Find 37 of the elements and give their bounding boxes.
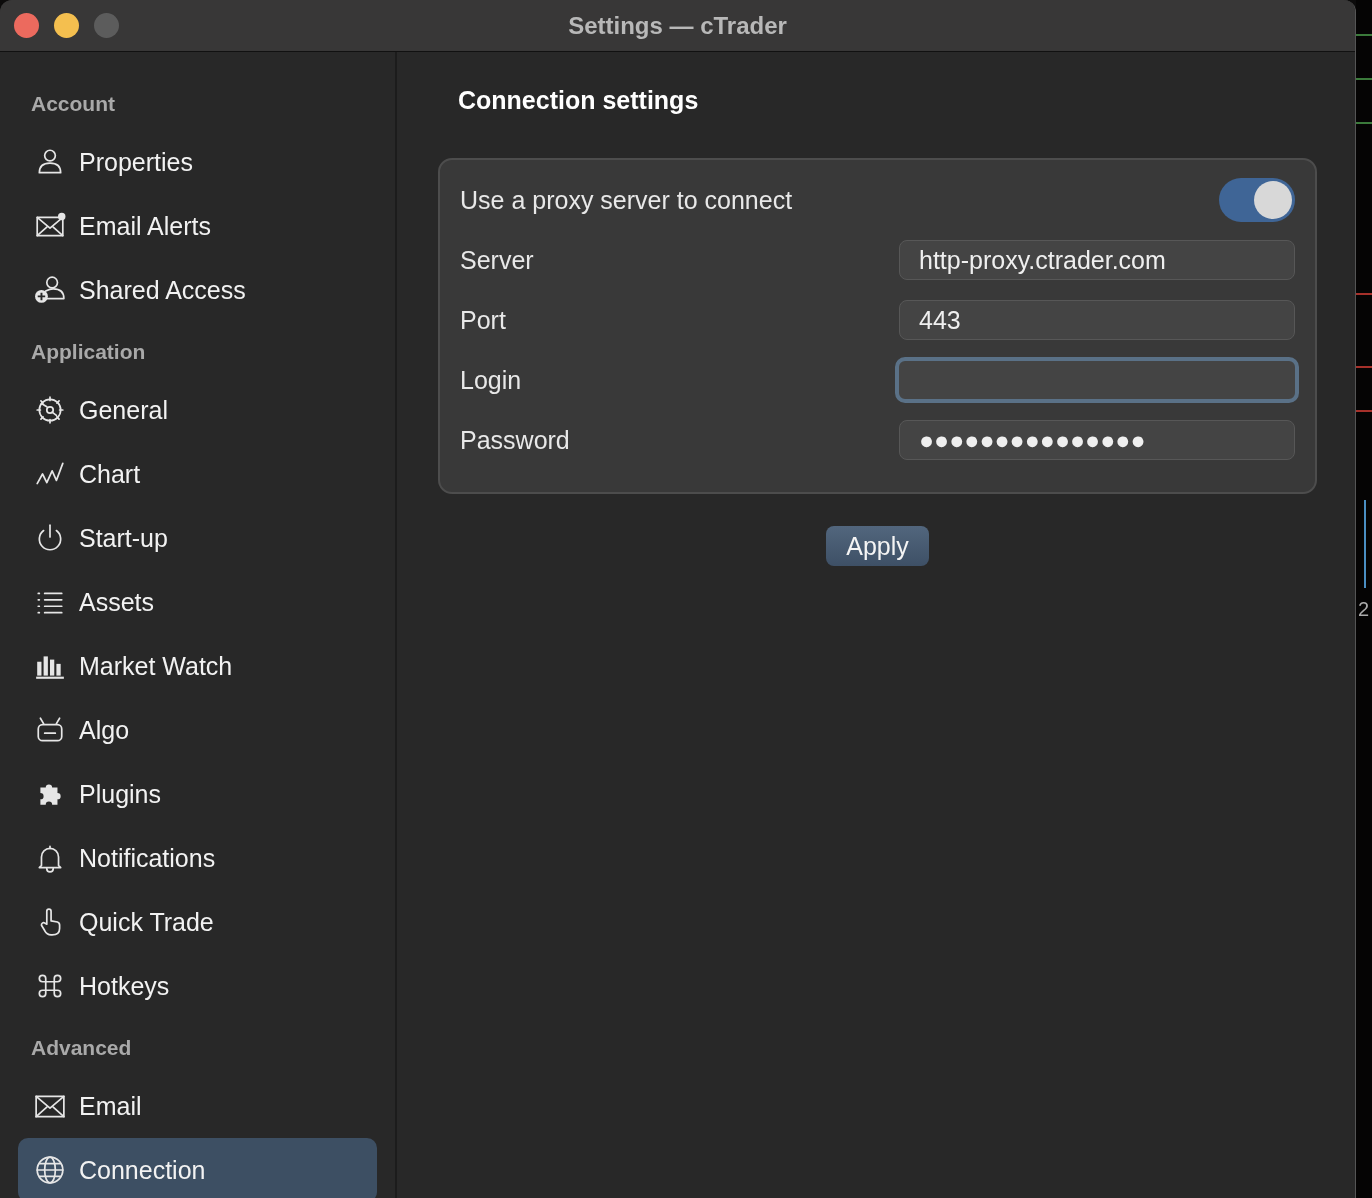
section-header: Advanced: [30, 1035, 133, 1061]
input-field[interactable]: [895, 357, 1299, 403]
input-field[interactable]: 443: [899, 300, 1295, 340]
close-button[interactable]: [14, 13, 39, 38]
sidebar-item[interactable]: Assets: [18, 570, 377, 634]
globe-icon: [34, 1154, 66, 1186]
sidebar-item[interactable]: Chart: [18, 442, 377, 506]
sidebar-item[interactable]: General: [18, 378, 377, 442]
sidebar-item[interactable]: Hotkeys: [18, 954, 377, 1018]
person-plus-icon: [34, 274, 66, 306]
minimize-button[interactable]: [54, 13, 79, 38]
gear-icon: [34, 394, 66, 426]
sidebar-item[interactable]: Properties: [18, 130, 377, 194]
proxy-toggle[interactable]: [1219, 178, 1295, 222]
field-label: Server: [460, 245, 534, 275]
field-label: Port: [460, 305, 506, 335]
sidebar-item[interactable]: Quick Trade: [18, 890, 377, 954]
sidebar-item[interactable]: Shared Access: [18, 258, 377, 322]
sidebar-item[interactable]: Email Alerts: [18, 194, 377, 258]
sidebar-item[interactable]: Market Watch: [18, 634, 377, 698]
input-field[interactable]: ●●●●●●●●●●●●●●●: [899, 420, 1295, 460]
axis-label: 2: [1358, 598, 1370, 621]
sidebar-item[interactable]: Connection: [18, 1138, 377, 1198]
section-header: Account: [30, 91, 116, 117]
section-title: Connection settings: [457, 85, 699, 116]
window-title: Settings — cTrader: [568, 11, 787, 40]
sidebar-item[interactable]: Algo: [18, 698, 377, 762]
sidebar-item[interactable]: Notifications: [18, 826, 377, 890]
sidebar-item[interactable]: Start-up: [18, 506, 377, 570]
section-header: Application: [30, 339, 147, 365]
sidebar-item[interactable]: Plugins: [18, 762, 377, 826]
field-label: Login: [460, 365, 522, 395]
field-label: Password: [460, 425, 570, 455]
apply-button[interactable]: Apply: [826, 526, 929, 566]
toggle-label: Use a proxy server to connect: [460, 185, 793, 215]
input-field[interactable]: http-proxy.ctrader.com: [899, 240, 1295, 280]
sidebar-item[interactable]: Email: [18, 1074, 377, 1138]
